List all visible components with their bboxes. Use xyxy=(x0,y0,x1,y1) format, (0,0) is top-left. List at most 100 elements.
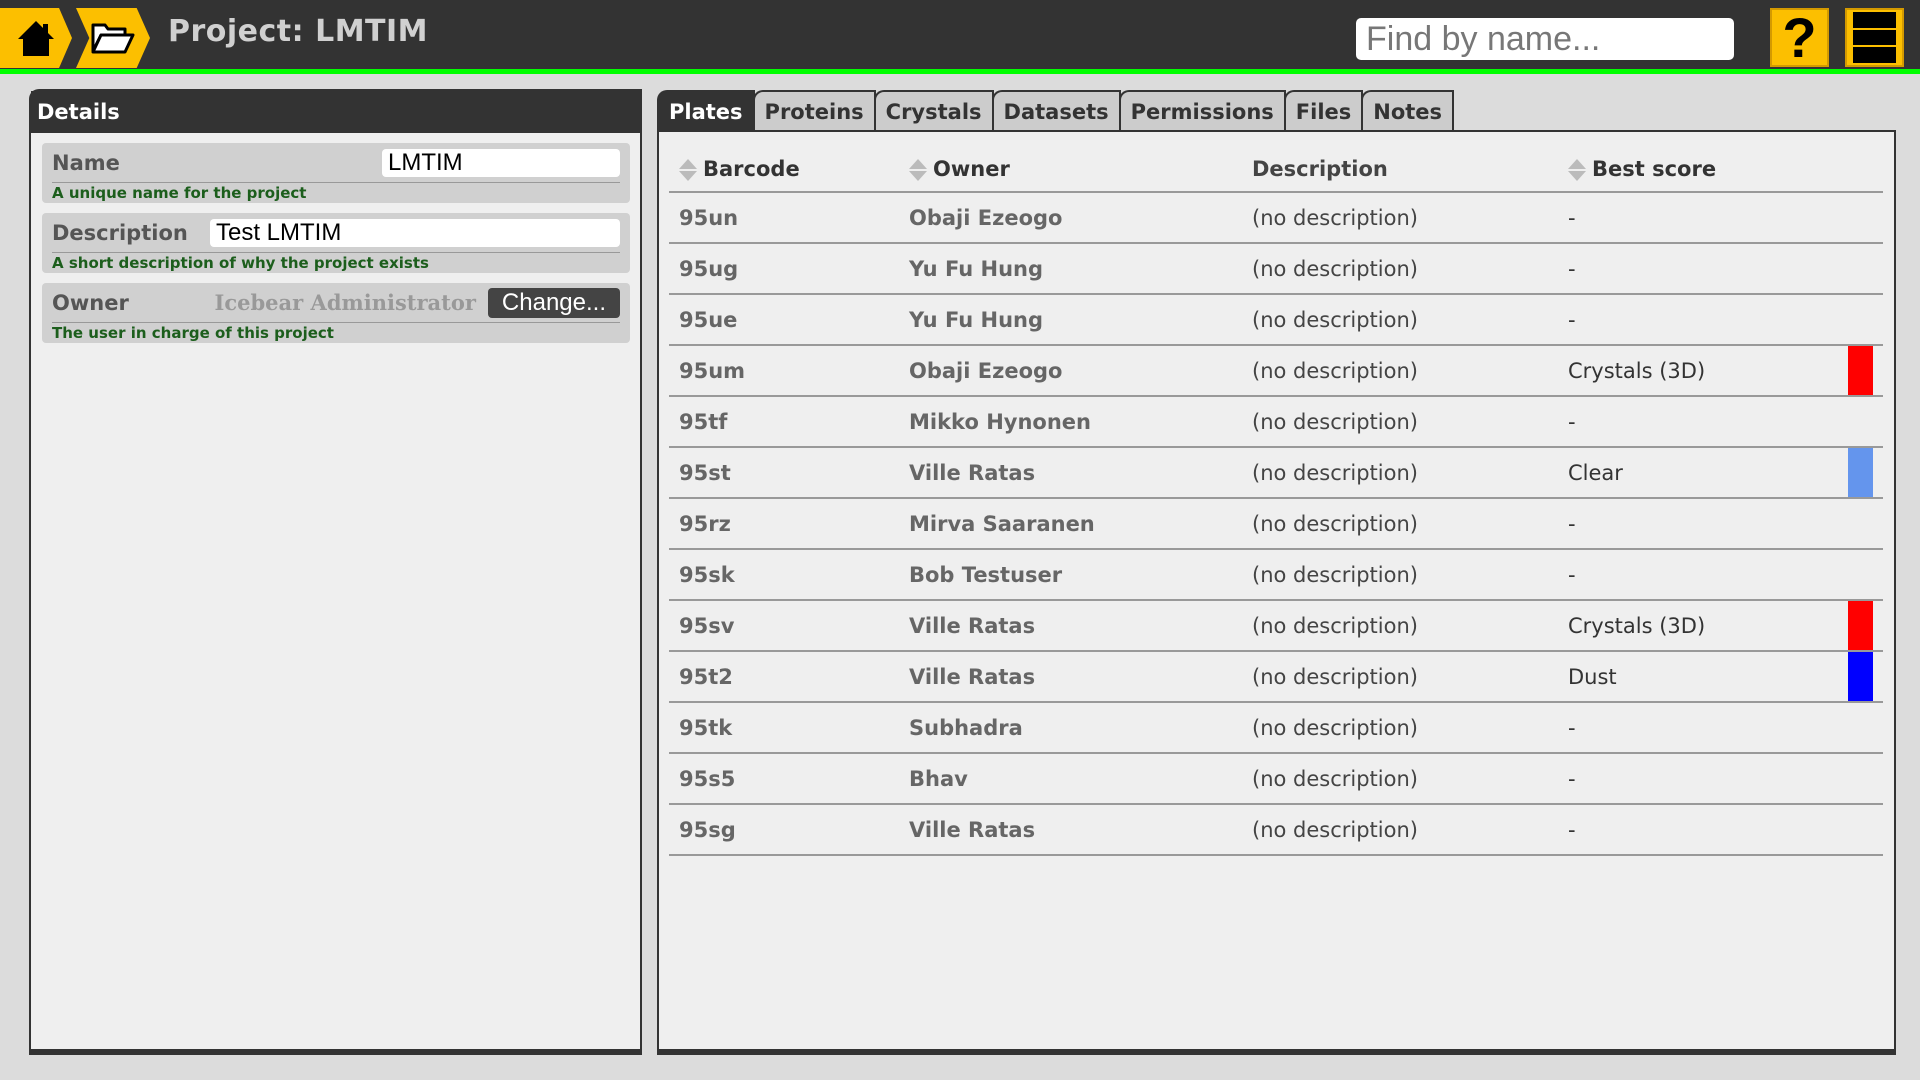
barcode-cell[interactable]: 95tf xyxy=(669,396,909,448)
description-hint: A short description of why the project e… xyxy=(52,254,429,272)
home-button[interactable] xyxy=(0,8,72,68)
table-row[interactable]: 95sg Ville Ratas (no description) - xyxy=(669,804,1883,856)
sort-icon xyxy=(1568,158,1586,181)
tab-proteins[interactable]: Proteins xyxy=(752,90,876,132)
description-cell: (no description) xyxy=(1252,192,1568,244)
table-row[interactable]: 95un Obaji Ezeogo (no description) - xyxy=(669,192,1883,244)
best-score-text: Dust xyxy=(1568,664,1617,689)
best-score-text: - xyxy=(1568,817,1576,842)
folder-open-icon xyxy=(91,23,135,54)
score-color-swatch xyxy=(1848,346,1873,395)
barcode-cell[interactable]: 95un xyxy=(669,192,909,244)
table-row[interactable]: 95tf Mikko Hynonen (no description) - xyxy=(669,396,1883,448)
tab-plates[interactable]: Plates xyxy=(657,90,755,132)
owner-cell: Yu Fu Hung xyxy=(909,294,1252,346)
column-header-owner[interactable]: Owner xyxy=(909,146,1252,193)
tab-notes[interactable]: Notes xyxy=(1361,90,1455,132)
description-cell: (no description) xyxy=(1252,702,1568,754)
owner-cell: Ville Ratas xyxy=(909,600,1252,652)
description-cell: (no description) xyxy=(1252,396,1568,448)
best-score-text: - xyxy=(1568,307,1576,332)
table-row[interactable]: 95tk Subhadra (no description) - xyxy=(669,702,1883,754)
column-header-barcode[interactable]: Barcode xyxy=(669,146,909,193)
best-score-cell: Dust xyxy=(1568,651,1883,703)
tab-permissions[interactable]: Permissions xyxy=(1118,90,1286,132)
owner-cell: Ville Ratas xyxy=(909,804,1252,856)
description-cell: (no description) xyxy=(1252,498,1568,550)
owner-cell: Ville Ratas xyxy=(909,447,1252,499)
best-score-cell: - xyxy=(1568,804,1883,856)
best-score-cell: Crystals (3D) xyxy=(1568,345,1883,397)
project-button[interactable] xyxy=(76,8,150,68)
barcode-cell[interactable]: 95sk xyxy=(669,549,909,601)
best-score-cell: - xyxy=(1568,498,1883,550)
barcode-cell[interactable]: 95tk xyxy=(669,702,909,754)
table-row[interactable]: 95sk Bob Testuser (no description) - xyxy=(669,549,1883,601)
name-input[interactable] xyxy=(382,148,620,177)
score-color-swatch xyxy=(1848,601,1873,650)
barcode-cell[interactable]: 95sv xyxy=(669,600,909,652)
owner-cell: Yu Fu Hung xyxy=(909,243,1252,295)
best-score-cell: - xyxy=(1568,192,1883,244)
owner-cell: Subhadra xyxy=(909,702,1252,754)
best-score-text: Crystals (3D) xyxy=(1568,613,1706,638)
plates-table: Barcode Owner Description Best score 95u… xyxy=(669,146,1883,856)
barcode-cell[interactable]: 95sg xyxy=(669,804,909,856)
barcode-cell[interactable]: 95st xyxy=(669,447,909,499)
table-row[interactable]: 95sv Ville Ratas (no description) Crystals … xyxy=(669,600,1883,652)
barcode-cell[interactable]: 95ue xyxy=(669,294,909,346)
description-cell: (no description) xyxy=(1252,345,1568,397)
top-bar: Project: LMTIM ? xyxy=(0,0,1920,74)
description-cell: (no description) xyxy=(1252,804,1568,856)
plates-panel: Barcode Owner Description Best score 95u… xyxy=(657,130,1896,1055)
table-row[interactable]: 95s5 Bhav (no description) - xyxy=(669,753,1883,805)
best-score-text: - xyxy=(1568,511,1576,536)
owner-value: Icebear Administrator xyxy=(214,290,476,315)
description-cell: (no description) xyxy=(1252,651,1568,703)
best-score-cell: - xyxy=(1568,549,1883,601)
best-score-text: - xyxy=(1568,715,1576,740)
details-title: Details xyxy=(31,91,640,133)
page-title: Project: LMTIM xyxy=(168,14,429,49)
table-row[interactable]: 95ug Yu Fu Hung (no description) - xyxy=(669,243,1883,295)
best-score-text: Crystals (3D) xyxy=(1568,358,1706,383)
sort-icon xyxy=(909,158,927,181)
owner-cell: Obaji Ezeogo xyxy=(909,345,1252,397)
description-cell: (no description) xyxy=(1252,753,1568,805)
owner-cell: Obaji Ezeogo xyxy=(909,192,1252,244)
table-row[interactable]: 95t2 Ville Ratas (no description) Dust xyxy=(669,651,1883,703)
change-owner-button[interactable]: Change... xyxy=(487,287,620,318)
owner-cell: Bob Testuser xyxy=(909,549,1252,601)
table-row[interactable]: 95rz Mirva Saaranen (no description) - xyxy=(669,498,1883,550)
table-row[interactable]: 95um Obaji Ezeogo (no description) Crystals… xyxy=(669,345,1883,397)
best-score-cell: - xyxy=(1568,243,1883,295)
best-score-text: - xyxy=(1568,256,1576,281)
owner-cell: Mikko Hynonen xyxy=(909,396,1252,448)
table-row[interactable]: 95st Ville Ratas (no description) Clear xyxy=(669,447,1883,499)
barcode-cell[interactable]: 95ug xyxy=(669,243,909,295)
help-button[interactable]: ? xyxy=(1770,8,1829,67)
table-row[interactable]: 95ue Yu Fu Hung (no description) - xyxy=(669,294,1883,346)
barcode-cell[interactable]: 95s5 xyxy=(669,753,909,805)
menu-button[interactable] xyxy=(1845,8,1904,67)
best-score-cell: Crystals (3D) xyxy=(1568,600,1883,652)
menu-icon xyxy=(1853,12,1896,64)
best-score-text: - xyxy=(1568,766,1576,791)
owner-cell: Ville Ratas xyxy=(909,651,1252,703)
search-input[interactable] xyxy=(1356,18,1734,60)
barcode-cell[interactable]: 95rz xyxy=(669,498,909,550)
owner-label: Owner xyxy=(52,290,129,315)
description-input[interactable] xyxy=(210,218,620,247)
best-score-text: - xyxy=(1568,562,1576,587)
tab-crystals[interactable]: Crystals xyxy=(873,90,994,132)
barcode-cell[interactable]: 95t2 xyxy=(669,651,909,703)
tab-files[interactable]: Files xyxy=(1283,90,1364,132)
name-hint: A unique name for the project xyxy=(52,184,307,202)
description-cell: (no description) xyxy=(1252,600,1568,652)
column-header-best-score[interactable]: Best score xyxy=(1568,146,1883,193)
barcode-cell[interactable]: 95um xyxy=(669,345,909,397)
best-score-text: - xyxy=(1568,409,1576,434)
tab-datasets[interactable]: Datasets xyxy=(991,90,1121,132)
column-header-description: Description xyxy=(1252,146,1568,193)
description-cell: (no description) xyxy=(1252,294,1568,346)
